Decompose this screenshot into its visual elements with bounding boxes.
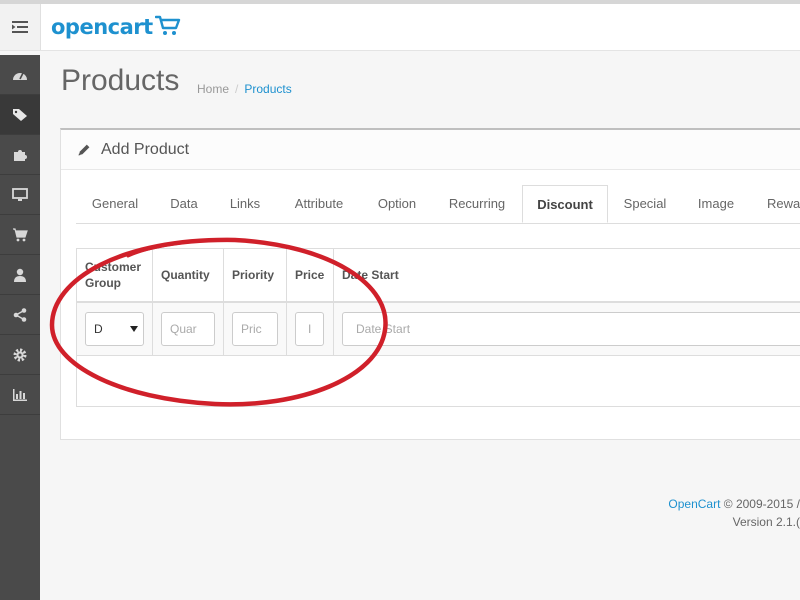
header-price: Price (287, 249, 334, 301)
quantity-input[interactable]: Quar (161, 312, 215, 346)
breadcrumb-home[interactable]: Home (197, 82, 229, 96)
sidebar-item-design[interactable] (0, 175, 40, 215)
sidebar-item-dashboard[interactable] (0, 55, 40, 95)
share-icon (13, 307, 27, 322)
menu-toggle-button[interactable] (0, 4, 41, 50)
header-customer-group-line1: Customer (85, 260, 142, 274)
logo-text: opencart (51, 15, 153, 39)
page-title: Products (61, 64, 180, 97)
sidebar-item-sales[interactable] (0, 215, 40, 255)
tab-option[interactable]: Option (362, 185, 432, 223)
footer-copyright: © 2009-2015 / (723, 497, 800, 511)
header: opencart (0, 4, 800, 51)
tab-discount[interactable]: Discount (522, 185, 608, 223)
discount-table: Customer Group Quantity Priority Price D… (76, 248, 800, 407)
header-date-start: Date Start (342, 268, 399, 282)
tab-recurring[interactable]: Recurring (432, 185, 522, 223)
price-input[interactable]: I (295, 312, 324, 346)
opencart-logo[interactable]: opencart (51, 12, 181, 42)
header-priority: Priority (224, 249, 287, 301)
sidebar-item-catalog[interactable] (0, 95, 40, 135)
sidebar-item-system[interactable] (0, 335, 40, 375)
panel-title: Add Product (101, 140, 190, 158)
add-product-panel: Add Product General Data Links Attribute… (60, 128, 800, 440)
cell-price: I (287, 303, 334, 355)
cart-logo-icon (154, 15, 180, 35)
priority-input[interactable]: Pric (232, 312, 278, 346)
cell-quantity: Quar (153, 303, 224, 355)
caret-down-icon (130, 326, 138, 332)
product-tabs: General Data Links Attribute Option Recu… (76, 185, 800, 224)
user-icon (14, 268, 26, 282)
tab-links[interactable]: Links (214, 185, 276, 223)
cell-customer-group: D (77, 303, 153, 355)
header-customer-group: Customer Group (77, 249, 153, 301)
sidebar-item-customers[interactable] (0, 255, 40, 295)
dashboard-icon (13, 72, 27, 80)
pencil-icon (78, 144, 90, 155)
footer: OpenCart © 2009-2015 / Version 2.1.( (500, 495, 800, 531)
tab-attribute[interactable]: Attribute (276, 185, 362, 223)
breadcrumb-separator: / (235, 82, 239, 96)
panel-heading: Add Product (61, 130, 800, 170)
header-quantity: Quantity (153, 249, 224, 301)
puzzle-icon (14, 149, 27, 161)
gear-icon (13, 348, 27, 361)
tab-data[interactable]: Data (154, 185, 214, 223)
header-customer-group-line2: Group (85, 276, 121, 290)
tab-special[interactable]: Special (608, 185, 682, 223)
customer-group-select[interactable]: D (85, 312, 144, 346)
breadcrumb: Home / Products (197, 82, 292, 96)
row-divider (77, 355, 800, 356)
tab-reward-points[interactable]: Rewar (750, 185, 800, 223)
cart-icon (13, 227, 28, 241)
footer-opencart-link[interactable]: OpenCart (668, 497, 720, 511)
footer-version: Version 2.1.( (732, 515, 800, 529)
cell-priority: Pric (224, 303, 287, 355)
breadcrumb-products[interactable]: Products (244, 82, 291, 96)
sidebar (0, 55, 40, 600)
sidebar-item-extensions[interactable] (0, 135, 40, 175)
desktop-icon (12, 187, 28, 201)
tab-general[interactable]: General (76, 185, 154, 223)
tags-icon (12, 108, 27, 121)
date-start-input[interactable]: Date Start (342, 312, 800, 346)
sidebar-item-reports[interactable] (0, 375, 40, 415)
sidebar-item-marketing[interactable] (0, 295, 40, 335)
customer-group-value: D (94, 322, 103, 336)
menu-indent-icon (12, 21, 28, 33)
bar-chart-icon (13, 388, 27, 401)
tab-image[interactable]: Image (682, 185, 750, 223)
cell-date-start: Date Start (334, 303, 800, 355)
